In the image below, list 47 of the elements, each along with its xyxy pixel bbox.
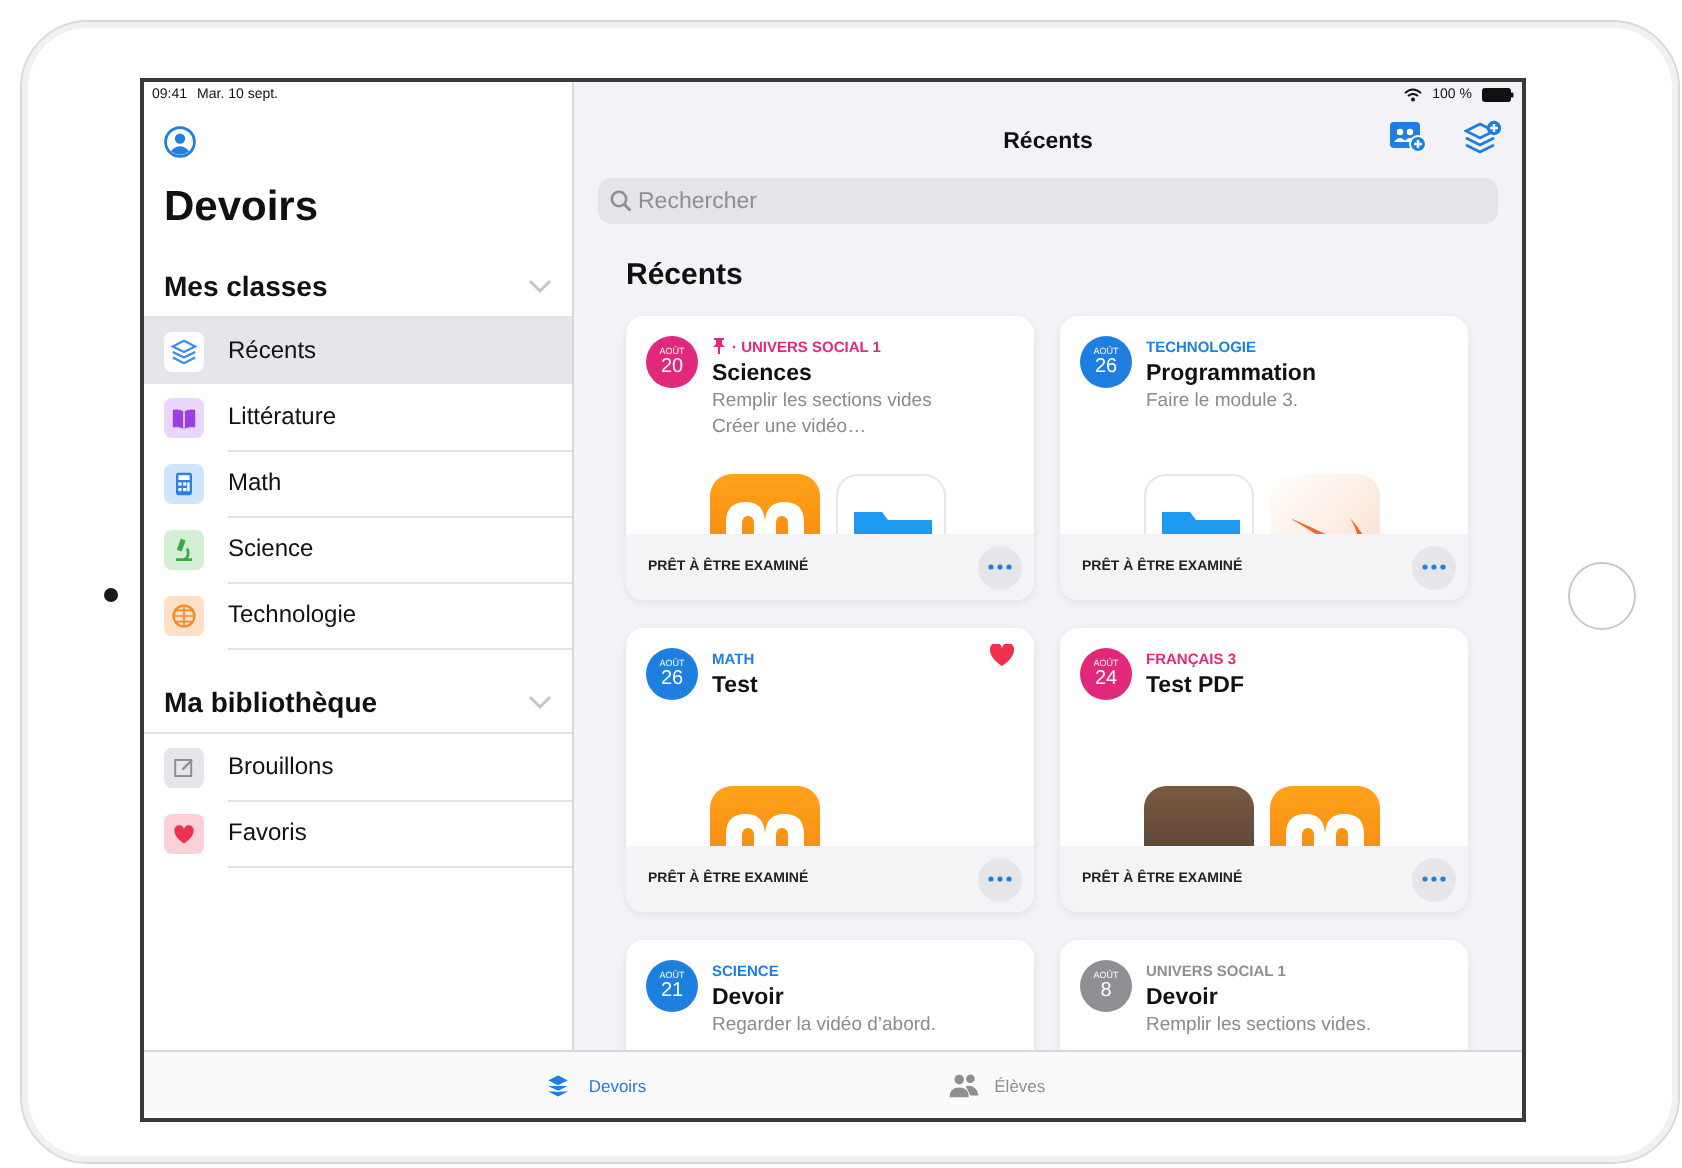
sidebar-item[interactable]: Brouillons bbox=[144, 734, 572, 800]
add-class-icon[interactable] bbox=[1388, 120, 1428, 154]
assignment-title: Devoir bbox=[1146, 986, 1220, 1010]
heart-icon[interactable] bbox=[990, 644, 1014, 666]
more-button[interactable] bbox=[1412, 545, 1456, 589]
sidebar-item[interactable]: Technologie bbox=[144, 582, 572, 648]
section-heading: Ma bibliothèque bbox=[164, 686, 378, 718]
section-heading: Récents bbox=[626, 258, 745, 292]
assignment-description: Regarder la vidéo d’abord. bbox=[712, 1014, 938, 1036]
more-button[interactable] bbox=[978, 545, 1022, 589]
book-icon bbox=[164, 397, 204, 437]
more-button[interactable] bbox=[978, 857, 1022, 901]
sidebar-item[interactable]: Math bbox=[144, 450, 572, 516]
add-assignment-icon[interactable] bbox=[1464, 120, 1502, 154]
wifi-icon bbox=[1404, 87, 1423, 101]
battery-icon bbox=[1482, 87, 1514, 101]
assignment-title: Test bbox=[712, 674, 760, 698]
section-heading: Mes classes bbox=[164, 270, 328, 302]
tab[interactable]: Devoirs bbox=[540, 1069, 647, 1101]
assignment-title: Devoir bbox=[712, 986, 786, 1010]
calculator-icon bbox=[164, 463, 204, 503]
assignment-description: Remplir les sections vides. bbox=[1146, 1014, 1373, 1036]
more-button[interactable] bbox=[1412, 857, 1456, 901]
sidebar-item[interactable]: Récents bbox=[144, 318, 572, 384]
camera-dot bbox=[104, 588, 118, 602]
assignment-description: Remplir les sections vides bbox=[712, 390, 934, 412]
ellipsis-icon bbox=[1422, 876, 1446, 882]
sidebar-item[interactable]: Favoris bbox=[144, 800, 572, 866]
stack-icon bbox=[164, 331, 204, 371]
sidebar-item[interactable]: Science bbox=[144, 516, 572, 582]
globe-icon bbox=[164, 595, 204, 635]
microscope-icon bbox=[164, 529, 204, 569]
profile-icon[interactable] bbox=[164, 126, 196, 158]
ellipsis-icon bbox=[988, 564, 1012, 570]
assignment-title: Sciences bbox=[712, 362, 814, 386]
search-field[interactable]: Rechercher bbox=[598, 178, 1498, 224]
ellipsis-icon bbox=[988, 876, 1012, 882]
people-icon bbox=[946, 1069, 983, 1101]
assignment-description: Créer une vidéo… bbox=[712, 416, 869, 438]
assignment-description: Faire le module 3. bbox=[1146, 390, 1301, 412]
sidebar-item[interactable]: Littérature bbox=[144, 384, 572, 450]
sidebar-title: Devoirs bbox=[164, 184, 321, 232]
assignment-title: Programmation bbox=[1146, 362, 1318, 386]
assignment-title: Test PDF bbox=[1146, 674, 1246, 698]
nav-title: Récents bbox=[1003, 130, 1093, 154]
ellipsis-icon bbox=[1422, 564, 1446, 570]
draft-icon bbox=[164, 747, 204, 787]
